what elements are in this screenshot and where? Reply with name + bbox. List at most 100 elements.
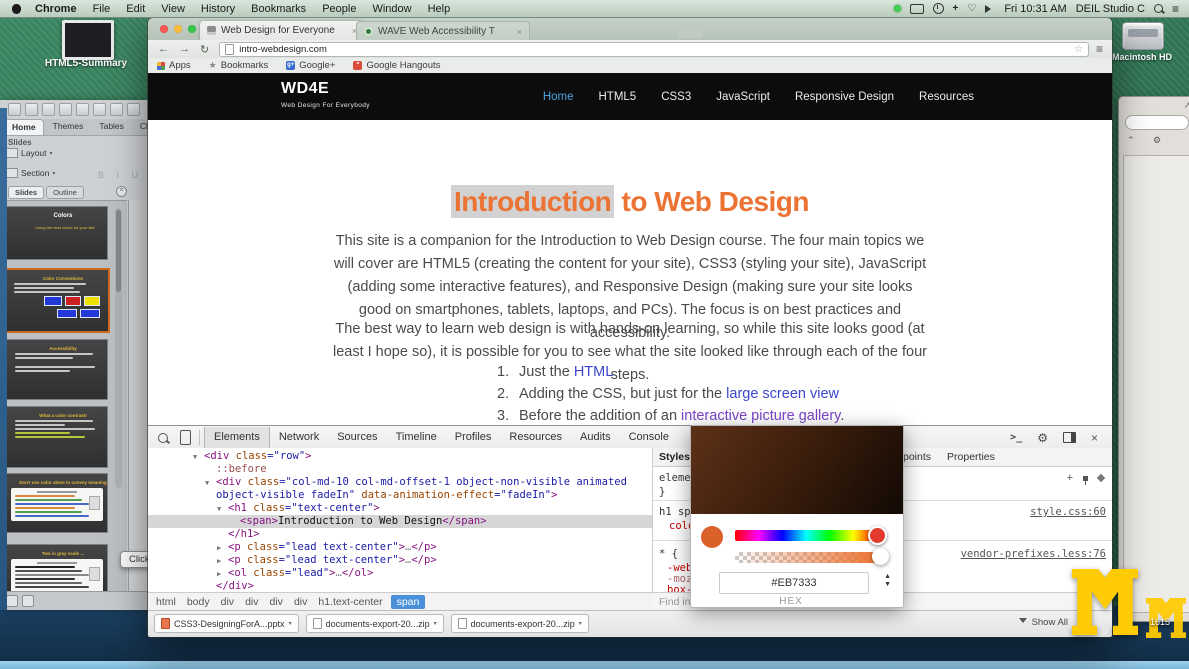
- ppt-ribbon-tab-charts[interactable]: Charts: [133, 119, 148, 135]
- css-selector-universal[interactable]: * {: [659, 548, 678, 560]
- back-button[interactable]: ←: [158, 43, 169, 55]
- tab-styles[interactable]: Styles: [659, 451, 690, 463]
- alpha-slider-handle[interactable]: [872, 548, 889, 565]
- console-drawer-icon[interactable]: >_: [1010, 432, 1022, 443]
- bookmark-bookmarks[interactable]: ★Bookmarks: [209, 60, 269, 71]
- style-source-link[interactable]: vendor-prefixes.less:76: [961, 548, 1106, 560]
- search-pill[interactable]: [1125, 115, 1189, 130]
- ppt-toolbar-icon[interactable]: [42, 103, 55, 116]
- breadcrumb-item[interactable]: span: [391, 595, 426, 609]
- menu-app-name[interactable]: Chrome: [35, 3, 77, 15]
- display-menu-icon[interactable]: [910, 4, 924, 14]
- chrome-menu-icon[interactable]: ≡: [1096, 42, 1103, 56]
- devtools-tab-network[interactable]: Network: [270, 427, 328, 448]
- ppt-ribbon-tab-home[interactable]: Home: [4, 119, 44, 135]
- menu-item-window[interactable]: Window: [372, 3, 411, 15]
- hue-slider-handle[interactable]: [868, 526, 887, 545]
- reload-button[interactable]: ↻: [200, 43, 209, 56]
- notification-center-icon[interactable]: ≡: [1172, 4, 1179, 14]
- bookmark-googlehangouts[interactable]: "Google Hangouts: [353, 60, 440, 71]
- close-window-button[interactable]: [160, 25, 168, 33]
- bookmark-star-icon[interactable]: ☆: [1074, 44, 1083, 55]
- slide-thumbnail[interactable]: Two in gray scale ...: [6, 544, 108, 595]
- download-item[interactable]: documents-export-20...zip▾: [306, 614, 444, 633]
- window-controls[interactable]: ⌃ ⚙: [1127, 135, 1169, 146]
- ppt-toolbar-icon[interactable]: [59, 103, 72, 116]
- notes-icon[interactable]: [22, 595, 34, 607]
- scrollbar-thumb[interactable]: [116, 210, 121, 292]
- dom-tree-line[interactable]: </div>: [148, 580, 652, 592]
- devtools-tab-elements[interactable]: Elements: [204, 427, 270, 448]
- browser-tab[interactable]: Web Design for Everyone×: [200, 21, 364, 40]
- tab-dom-breakpoints[interactable]: points: [903, 451, 931, 463]
- dom-tree-line[interactable]: ▼<div class="col-md-10 col-md-offset-1 o…: [148, 476, 652, 502]
- breadcrumb-item[interactable]: h1.text-center: [318, 596, 382, 608]
- ppt-toolbar-icon[interactable]: [93, 103, 106, 116]
- devtools-tab-audits[interactable]: Audits: [571, 427, 620, 448]
- menu-item-view[interactable]: View: [161, 3, 185, 15]
- menu-item-history[interactable]: History: [201, 3, 235, 15]
- gear-icon[interactable]: ⚙: [1037, 431, 1048, 445]
- new-tab-button[interactable]: [678, 23, 707, 38]
- dom-tree-line[interactable]: </h1>: [148, 528, 652, 541]
- ppt-toolbar-icon[interactable]: [110, 103, 123, 116]
- menu-account[interactable]: DEIL Studio C: [1076, 3, 1145, 15]
- slide-thumbnail[interactable]: What a color contrast!: [6, 406, 108, 468]
- download-item[interactable]: documents-export-20...zip▾: [451, 614, 589, 633]
- hue-slider[interactable]: [735, 530, 877, 541]
- slide-thumbnail[interactable]: Color Conventions: [4, 268, 110, 333]
- dom-tree-line[interactable]: <span>Introduction to Web Design</span>: [148, 515, 652, 528]
- ppt-toolbar-icon[interactable]: [25, 103, 38, 116]
- breadcrumb-item[interactable]: div: [270, 596, 283, 608]
- nav-item-css3[interactable]: CSS3: [661, 91, 691, 103]
- hex-input[interactable]: #EB7333: [719, 572, 869, 594]
- dom-tree-line[interactable]: ::before: [148, 463, 652, 476]
- ppt-toolbar-icon[interactable]: [8, 103, 21, 116]
- nav-item-responsive-design[interactable]: Responsive Design: [795, 91, 894, 103]
- heart-icon[interactable]: ♡: [967, 4, 976, 14]
- volume-icon[interactable]: [985, 5, 995, 13]
- menu-item-people[interactable]: People: [322, 3, 356, 15]
- minimize-window-button[interactable]: [174, 25, 182, 33]
- tab-properties[interactable]: Properties: [947, 451, 995, 463]
- ppt-panel-tab-outline[interactable]: Outline: [46, 186, 84, 199]
- chevron-down-icon[interactable]: ▾: [434, 620, 437, 627]
- devtools-tab-profiles[interactable]: Profiles: [446, 427, 501, 448]
- device-mode-icon[interactable]: [180, 430, 191, 445]
- browser-tab[interactable]: WAVE Web Accessibility T×: [356, 21, 530, 41]
- ppt-format-buttons[interactable]: B I U: [98, 170, 143, 180]
- ppt-section-button[interactable]: Section ▾: [6, 168, 55, 178]
- spotlight-search-icon[interactable]: [1154, 4, 1163, 13]
- download-item[interactable]: CSS3-DesigningForA...pptx▾: [154, 614, 299, 633]
- time-machine-icon[interactable]: [933, 3, 944, 14]
- ppt-ribbon-tab-tables[interactable]: Tables: [92, 119, 131, 135]
- dom-tree-line[interactable]: ▼<h1 class="text-center">: [148, 502, 652, 515]
- view-icon[interactable]: [6, 595, 18, 607]
- format-stepper[interactable]: ▲▼: [884, 573, 891, 588]
- devtools-tab-timeline[interactable]: Timeline: [387, 427, 446, 448]
- bookmark-google+[interactable]: g+Google+: [286, 60, 335, 71]
- apple-menu-icon[interactable]: [12, 4, 21, 14]
- breadcrumb-item[interactable]: div: [221, 596, 234, 608]
- nav-item-javascript[interactable]: JavaScript: [716, 91, 770, 103]
- menu-item-file[interactable]: File: [93, 3, 111, 15]
- color-swatch[interactable]: [701, 526, 723, 548]
- breadcrumb-item[interactable]: div: [294, 596, 307, 608]
- dom-tree-line[interactable]: ▶<p class="lead text-center">…</p>: [148, 541, 652, 554]
- background-window-right[interactable]: ↗ ⌃ ⚙: [1118, 96, 1189, 622]
- ppt-toolbar-icon[interactable]: [127, 103, 140, 116]
- pin-icon[interactable]: [1083, 476, 1088, 481]
- close-tab-icon[interactable]: ×: [517, 27, 522, 37]
- slide-thumbnail[interactable]: Don't use color alone to convey meaning: [6, 473, 108, 533]
- devtools-tab-console[interactable]: Console: [620, 427, 678, 448]
- menu-item-help[interactable]: Help: [428, 3, 451, 15]
- site-logo[interactable]: WD4E: [281, 80, 329, 98]
- close-icon[interactable]: ×: [1091, 431, 1098, 445]
- dom-tree[interactable]: ▼<div class="row">::before▼<div class="c…: [148, 450, 652, 592]
- powerpoint-window[interactable]: HomeThemesTablesCharts Slides Layout ▾ S…: [0, 100, 148, 610]
- dom-tree-line[interactable]: ▶<p class="lead text-center">…</p>: [148, 554, 652, 567]
- disclosure-arrow-icon[interactable]: ▼: [205, 477, 209, 490]
- breadcrumb-item[interactable]: body: [187, 596, 210, 608]
- url-text[interactable]: intro-webdesign.com: [239, 44, 327, 55]
- inspect-search-icon[interactable]: [158, 433, 168, 443]
